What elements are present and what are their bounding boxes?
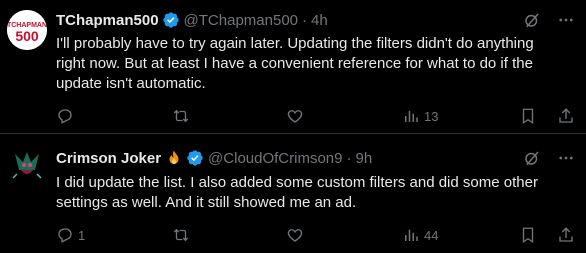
verified-badge-icon (187, 150, 203, 166)
views-button[interactable]: 13 (402, 106, 438, 126)
tweet-tchapman500[interactable]: TCHAPMAN 500 TChapman500 @TChapman500 · … (0, 0, 586, 133)
svg-text:500: 500 (15, 28, 39, 44)
retweet-button[interactable] (172, 106, 194, 126)
reply-count: 1 (78, 227, 86, 243)
views-count: 13 (424, 108, 439, 124)
action-bar: 13 (56, 106, 586, 126)
more-icon[interactable] (557, 11, 575, 29)
views-icon (405, 229, 418, 241)
bookmark-button[interactable] (519, 106, 537, 126)
display-name[interactable]: Crimson Joker (56, 150, 161, 167)
avatar[interactable] (7, 144, 47, 184)
tweet-text: I'll probably have to try again later. U… (56, 34, 576, 94)
bookmark-icon (522, 227, 534, 244)
share-button[interactable] (557, 225, 575, 245)
tweet-text-line: I'll probably have to try again later. U… (56, 35, 534, 52)
tweet-text-line: settings as well. And it still showed me… (56, 194, 357, 211)
handle[interactable]: @CloudOfCrimson9 (208, 150, 342, 167)
views-button[interactable]: 44 (402, 225, 438, 245)
retweet-icon (173, 109, 189, 123)
display-name[interactable]: TChapman500 (56, 12, 159, 29)
action-bar: 1 44 (56, 225, 586, 245)
like-button[interactable] (286, 106, 308, 126)
separator: · (346, 149, 352, 167)
tweet-text-line: right now. But at least I have a conveni… (56, 55, 533, 72)
verified-badge-icon (162, 12, 179, 28)
reply-button[interactable] (56, 106, 78, 126)
tweet-text-line: update isn't automatic. (56, 75, 206, 92)
like-icon (287, 229, 303, 242)
share-button[interactable] (557, 106, 575, 126)
tweet-header: TChapman500 @TChapman500 · 4h (56, 10, 328, 30)
grok-icon[interactable] (523, 149, 541, 167)
timestamp[interactable]: 4h (311, 12, 328, 29)
like-icon (287, 110, 303, 123)
reply-icon (58, 109, 72, 124)
retweet-icon (173, 228, 189, 242)
like-button[interactable] (286, 225, 308, 245)
separator: · (302, 11, 308, 29)
handle[interactable]: @TChapman500 (184, 12, 298, 29)
share-icon (559, 108, 573, 123)
retweet-button[interactable] (172, 225, 194, 245)
tweet-text-line: I did update the list. I also added some… (56, 174, 538, 191)
bookmark-icon (522, 108, 534, 125)
timestamp[interactable]: 9h (355, 150, 372, 167)
avatar[interactable]: TCHAPMAN 500 (7, 10, 47, 50)
reply-button[interactable]: 1 (56, 225, 85, 245)
views-count: 44 (424, 227, 439, 243)
share-icon (559, 227, 573, 242)
tweet-header: Crimson Joker @CloudOfCrimson9 · 9h (56, 148, 372, 168)
fire-emoji (169, 150, 179, 164)
reply-icon (58, 228, 72, 243)
views-icon (405, 110, 418, 122)
tweet-crimson-joker[interactable]: Crimson Joker @CloudOfCrimson9 · 9h I di… (0, 134, 586, 253)
more-icon[interactable] (557, 149, 575, 167)
grok-icon[interactable] (523, 11, 541, 29)
tweet-text: I did update the list. I also added some… (56, 173, 576, 213)
bookmark-button[interactable] (519, 225, 537, 245)
